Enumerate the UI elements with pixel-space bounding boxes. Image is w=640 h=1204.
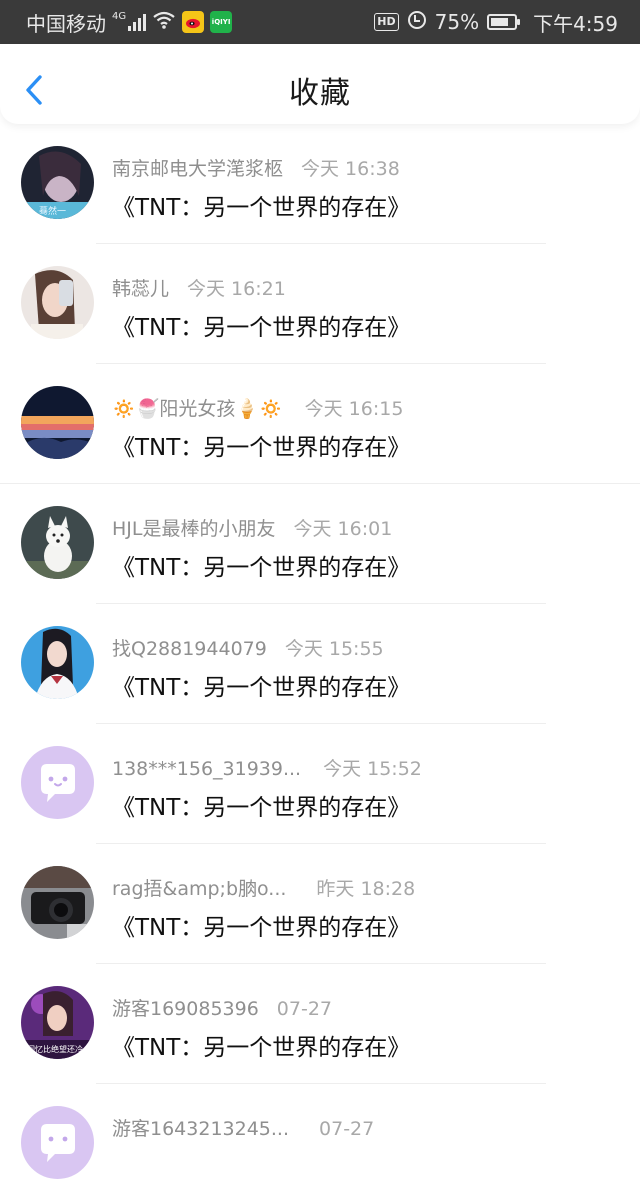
status-bar: 中国移动 4G iQIYI HD 75% 下午4:59 [0,0,640,44]
carrier-label: 中国移动 [26,11,106,36]
status-left: 中国移动 4G iQIYI [26,0,233,44]
clock: 下午4:59 [533,11,618,36]
item-title[interactable]: 《TNT：另一个世界的存在》 [112,548,410,582]
battery-percent: 75% [434,10,480,34]
item-title[interactable]: 《TNT：另一个世界的存在》 [112,1028,410,1062]
timestamp: 今天 16:01 [293,518,393,540]
username[interactable]: 🔅🍧阳光女孩🍦🔅 [112,394,283,421]
page-title: 收藏 [289,76,351,111]
item-title[interactable]: 《TNT：另一个世界的存在》 [112,188,410,222]
item-meta: 游客169085396 07-27 [112,994,332,1021]
list-item[interactable]: 138***156_31939... 今天 15:52 《TNT：另一个世界的存在… [0,724,640,844]
item-title[interactable]: 《TNT：另一个世界的存在》 [112,668,410,702]
list-item[interactable]: HJL是最棒的小朋友 今天 16:01 《TNT：另一个世界的存在》 [0,484,640,604]
avatar[interactable] [21,746,94,819]
avatar[interactable] [21,1106,94,1179]
favorites-list: 蓦然一 南京邮电大学滗浆柩 今天 16:38 《TNT：另一个世界的存在》 韩蕊儿… [0,124,640,1204]
timestamp: 07-27 [276,998,333,1020]
username[interactable]: 找Q2881944079 [112,634,267,661]
item-title[interactable]: 《TNT：另一个世界的存在》 [112,428,410,462]
avatar[interactable]: 蓦然一 [21,146,94,219]
list-item[interactable]: 韩蕊儿 今天 16:21 《TNT：另一个世界的存在》 [0,244,640,364]
timestamp: 昨天 18:28 [316,878,416,900]
item-title[interactable]: 《TNT：另一个世界的存在》 [112,908,410,942]
list-item[interactable]: 找Q2881944079 今天 15:55 《TNT：另一个世界的存在》 [0,604,640,724]
list-item[interactable]: 🔅🍧阳光女孩🍦🔅 今天 16:15 《TNT：另一个世界的存在》 [0,364,640,484]
item-meta: 🔅🍧阳光女孩🍦🔅 今天 16:15 [112,394,403,421]
username[interactable]: 游客1643213245... [112,1114,289,1141]
username[interactable]: 南京邮电大学滗浆柩 [112,154,283,181]
item-meta: 南京邮电大学滗浆柩 今天 16:38 [112,154,400,181]
battery-icon [487,14,521,30]
item-meta: HJL是最棒的小朋友 今天 16:01 [112,514,392,541]
app-header: 收藏 [0,44,640,124]
avatar[interactable] [21,386,94,459]
item-meta: rag捂&amp;b朒o... 昨天 18:28 [112,874,415,901]
avatar[interactable] [21,626,94,699]
username[interactable]: 韩蕊儿 [112,274,169,301]
svg-text:蓦然一: 蓦然一 [39,205,66,217]
item-meta: 游客1643213245... 07-27 [112,1114,374,1141]
iqiyi-icon: iQIYI [210,11,233,33]
item-meta: 138***156_31939... 今天 15:52 [112,754,422,781]
timestamp: 07-27 [319,1118,375,1140]
avatar[interactable]: 回忆比绝望还冷 [21,986,94,1059]
avatar[interactable] [21,266,94,339]
timestamp: 今天 15:52 [323,758,422,780]
list-item[interactable]: 回忆比绝望还冷 游客169085396 07-27 《TNT：另一个世界的存在》 [0,964,640,1084]
list-item[interactable]: 游客1643213245... 07-27 [0,1084,640,1204]
weibo-icon [182,11,205,33]
item-meta: 找Q2881944079 今天 15:55 [112,634,384,661]
timestamp: 今天 16:38 [301,158,400,180]
network-type: 4G [112,11,127,22]
timestamp: 今天 16:21 [187,278,286,300]
item-meta: 韩蕊儿 今天 16:21 [112,274,286,301]
signal-icon [128,13,147,31]
svg-text:回忆比绝望还冷: 回忆比绝望还冷 [27,1044,83,1054]
item-title[interactable]: 《TNT：另一个世界的存在》 [112,308,410,342]
hd-icon: HD [374,13,399,31]
username[interactable]: rag捂&amp;b朒o... [112,874,286,901]
data-saver-icon [407,10,427,35]
list-item[interactable]: 蓦然一 南京邮电大学滗浆柩 今天 16:38 《TNT：另一个世界的存在》 [0,124,640,244]
username[interactable]: HJL是最棒的小朋友 [112,514,275,541]
list-item[interactable]: rag捂&amp;b朒o... 昨天 18:28 《TNT：另一个世界的存在》 [0,844,640,964]
timestamp: 今天 15:55 [284,638,384,660]
username[interactable]: 138***156_31939... [112,758,301,780]
timestamp: 今天 16:15 [304,398,404,420]
username[interactable]: 游客169085396 [112,994,259,1021]
avatar[interactable] [21,506,94,579]
avatar[interactable] [21,866,94,939]
item-title[interactable]: 《TNT：另一个世界的存在》 [112,788,410,822]
wifi-icon [152,10,176,35]
status-right: HD 75% 下午4:59 [374,0,618,44]
